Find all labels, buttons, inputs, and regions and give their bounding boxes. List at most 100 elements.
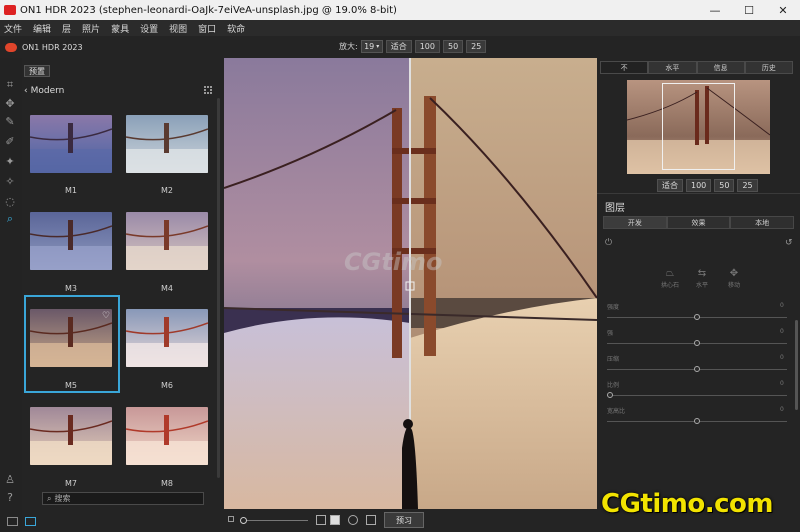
chevron-left-icon: ‹ — [24, 86, 28, 96]
panel-toggle-icon[interactable] — [7, 517, 18, 526]
transform-modes: ⏢ 拱心石 ⇆ 水平 ✥ 移动 — [659, 268, 745, 289]
on1-logo-icon — [5, 42, 17, 52]
maximize-button[interactable]: ☐ — [732, 0, 766, 20]
wand-tool-icon[interactable]: ✦ — [3, 154, 17, 168]
preset-thumbnail[interactable] — [126, 309, 208, 367]
pen-tool-icon[interactable]: ✐ — [3, 134, 17, 148]
crop-tool-icon[interactable]: ⌗ — [3, 78, 17, 92]
menu-layer[interactable]: 层 — [62, 22, 71, 35]
user-icon[interactable]: ♙ — [3, 472, 17, 486]
brush-tool-icon[interactable]: ✎ — [3, 114, 17, 128]
preset-label: M2 — [161, 186, 173, 195]
move-tool-icon[interactable]: ✥ — [3, 96, 17, 110]
preset-label: M6 — [161, 381, 173, 390]
move-icon: ✥ — [729, 268, 739, 279]
preset-thumbnail[interactable] — [30, 309, 112, 367]
grid-view-icon[interactable] — [204, 86, 212, 94]
adj-slider-knob[interactable] — [694, 314, 700, 320]
preset-thumbnail[interactable] — [126, 407, 208, 465]
zoom-value: 19 — [364, 42, 375, 51]
minimize-button[interactable]: — — [698, 0, 732, 20]
tab-local[interactable]: 本地 — [730, 216, 795, 229]
layout-toggle-icon[interactable] — [25, 517, 36, 526]
navigator-zoom-controls: 适合 100 50 25 — [657, 179, 758, 192]
develop-tabs: 开发 效果 本地 — [603, 216, 795, 229]
fit-icon[interactable] — [228, 516, 234, 522]
zoom-fit-button[interactable]: 适合 — [385, 40, 412, 53]
canvas-zoom-knob[interactable] — [240, 517, 247, 524]
nav-zoom-fit-button[interactable]: 适合 — [657, 179, 683, 192]
adj-slider-knob[interactable] — [607, 392, 613, 398]
compare-icon[interactable] — [316, 515, 326, 525]
presets-tab[interactable]: 预置 — [24, 65, 50, 77]
tab-navigator[interactable]: 不 — [600, 61, 649, 74]
level-icon: ⇆ — [697, 268, 707, 279]
tab-develop[interactable]: 开发 — [603, 216, 667, 229]
preset-thumbnail[interactable] — [126, 212, 208, 270]
menu-window[interactable]: 窗口 — [198, 22, 216, 35]
site-watermark: CGtimo.com — [601, 489, 773, 519]
circle-view-icon[interactable] — [348, 515, 358, 525]
tab-info[interactable]: 信息 — [696, 61, 745, 74]
close-button[interactable]: ✕ — [766, 0, 800, 20]
window-title: ON1 HDR 2023 (stephen-leonardi-OaJk-7eiV… — [20, 4, 397, 16]
clone-tool-icon[interactable]: ◌ — [3, 194, 17, 208]
presets-panel: 预置 ‹ Modern M1 M2 M3 M4 M5 ♡ M6 M7 M8 ⌕ … — [22, 58, 224, 532]
preset-search-input[interactable]: ⌕ 搜索 — [42, 492, 204, 505]
keystone-icon: ⏢ — [666, 268, 674, 279]
presets-scrollbar[interactable] — [217, 98, 220, 478]
navigator-preview[interactable] — [627, 80, 770, 174]
nav-zoom-100-button[interactable]: 100 — [686, 179, 712, 192]
zoom-label: 放大: — [339, 42, 358, 51]
nav-zoom-50-button[interactable]: 50 — [714, 179, 735, 192]
app-window: ON1 HDR 2023 (stephen-leonardi-OaJk-7eiV… — [0, 0, 800, 532]
adj-slider-knob[interactable] — [694, 418, 700, 424]
preset-label: M3 — [65, 284, 77, 293]
menu-mask[interactable]: 蒙具 — [111, 22, 129, 35]
preset-thumbnail[interactable] — [30, 212, 112, 270]
preset-thumbnail[interactable] — [126, 115, 208, 173]
level-label: 水平 — [695, 282, 708, 289]
zoom-100-button[interactable]: 100 — [414, 40, 440, 53]
preset-label: M4 — [161, 284, 173, 293]
canvas-zoom-slider[interactable] — [242, 520, 308, 521]
preset-thumbnail[interactable] — [30, 115, 112, 173]
preset-thumbnail[interactable] — [30, 407, 112, 465]
menu-photo[interactable]: 照片 — [82, 22, 100, 35]
adj-slider-knob[interactable] — [694, 366, 700, 372]
right-panel-scrollbar[interactable] — [795, 320, 798, 410]
preset-category[interactable]: ‹ Modern — [24, 86, 64, 96]
power-icon[interactable]: ⏻ — [605, 238, 612, 248]
keystone-mode[interactable]: ⏢ 拱心石 — [659, 268, 681, 289]
nav-zoom-25-button[interactable]: 25 — [737, 179, 758, 192]
split-view-icon[interactable] — [366, 515, 376, 525]
level-mode[interactable]: ⇆ 水平 — [691, 268, 713, 289]
zoom-tool-icon[interactable]: ⌕ — [3, 212, 17, 226]
menu-settings[interactable]: 设置 — [140, 22, 158, 35]
menu-edit[interactable]: 编辑 — [33, 22, 51, 35]
preview-button[interactable]: 预习 — [384, 512, 424, 528]
app-icon — [4, 5, 16, 15]
navigator-frame[interactable] — [662, 83, 735, 170]
menu-file[interactable]: 文件 — [4, 22, 22, 35]
help-icon[interactable]: ? — [3, 490, 17, 504]
reset-icon[interactable]: ↺ — [785, 238, 793, 248]
tab-effects[interactable]: 效果 — [666, 216, 731, 229]
layers-title: 图层 — [605, 203, 625, 214]
zoom-50-button[interactable]: 50 — [442, 40, 464, 53]
tab-level[interactable]: 水平 — [648, 61, 697, 74]
image-canvas[interactable]: CGtimo — [224, 58, 597, 509]
tab-history[interactable]: 历史 — [744, 61, 793, 74]
preset-label: M5 — [65, 381, 77, 390]
retouch-tool-icon[interactable]: ✧ — [3, 174, 17, 188]
adj-slider[interactable] — [607, 395, 787, 396]
zoom-25-button[interactable]: 25 — [466, 40, 487, 53]
keystone-label: 拱心石 — [660, 282, 679, 289]
adj-slider-knob[interactable] — [694, 340, 700, 346]
menu-help[interactable]: 软命 — [227, 22, 245, 35]
zoom-select[interactable]: 19 ▾ — [360, 40, 383, 53]
menu-view[interactable]: 视图 — [169, 22, 187, 35]
mask-view-icon[interactable] — [330, 515, 340, 525]
move-mode[interactable]: ✥ 移动 — [723, 268, 745, 289]
heart-icon[interactable]: ♡ — [102, 311, 110, 321]
